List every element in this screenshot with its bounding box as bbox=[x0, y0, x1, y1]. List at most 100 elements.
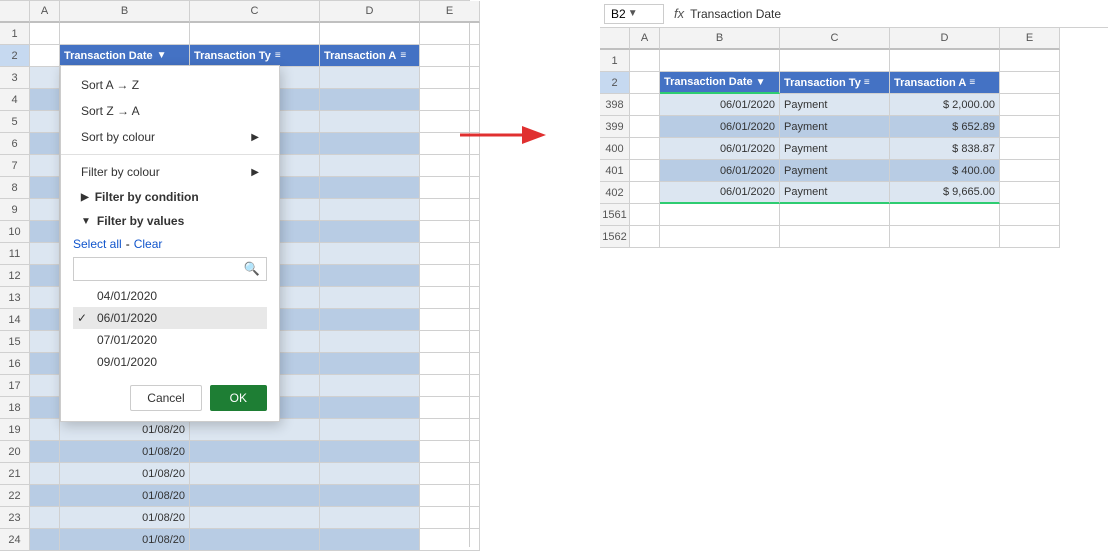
cell-a2 bbox=[30, 45, 60, 67]
cell-d5 bbox=[320, 111, 420, 133]
row-num-9: 9 bbox=[0, 199, 30, 221]
value-label-2: 07/01/2020 bbox=[97, 333, 157, 347]
right-grid: A B C D E 1 2 Transaction Date ▼ Transac… bbox=[600, 28, 1108, 248]
row-num-19: 19 bbox=[0, 419, 30, 441]
value-label-1: 06/01/2020 bbox=[97, 311, 157, 325]
cell-e17 bbox=[420, 375, 480, 397]
right-d402: $ 9,665.00 bbox=[890, 182, 1000, 204]
cell-a5 bbox=[30, 111, 60, 133]
cell-e4 bbox=[420, 89, 480, 111]
value-item-3[interactable]: 09/01/2020 bbox=[73, 351, 267, 373]
search-box[interactable]: 🔍 bbox=[73, 257, 267, 281]
cell-c23 bbox=[190, 507, 320, 529]
menu-item-filter-colour[interactable]: Filter by colour ▶ bbox=[61, 159, 279, 185]
ok-button[interactable]: OK bbox=[210, 385, 267, 411]
cell-a7 bbox=[30, 155, 60, 177]
cell-e11 bbox=[420, 243, 480, 265]
formula-bar: B2 ▼ fx Transaction Date bbox=[600, 0, 1108, 28]
filter-icon-c[interactable]: ≡ bbox=[275, 50, 281, 61]
col-header-d: D bbox=[320, 1, 420, 23]
right-c2-header: Transaction Ty ≡ bbox=[780, 72, 890, 94]
row-num-14: 14 bbox=[0, 309, 30, 331]
right-e398 bbox=[1000, 94, 1060, 116]
right-col-header-b: B bbox=[660, 28, 780, 50]
row-num-7: 7 bbox=[0, 155, 30, 177]
right-filter-icon-d[interactable]: ≡ bbox=[969, 77, 975, 88]
search-icon: 🔍 bbox=[244, 261, 260, 277]
cell-d9 bbox=[320, 199, 420, 221]
row-num-16: 16 bbox=[0, 353, 30, 375]
sort-az-label: Sort A → Z bbox=[81, 78, 139, 92]
right-filter-icon-c[interactable]: ≡ bbox=[864, 77, 870, 88]
cancel-button[interactable]: Cancel bbox=[130, 385, 201, 411]
right-e1561 bbox=[1000, 204, 1060, 226]
right-d401: $ 400.00 bbox=[890, 160, 1000, 182]
right-d1562 bbox=[890, 226, 1000, 248]
cell-e23 bbox=[420, 507, 480, 529]
sort-colour-label: Sort by colour bbox=[81, 130, 155, 144]
row-num-8: 8 bbox=[0, 177, 30, 199]
cell-d10 bbox=[320, 221, 420, 243]
right-a398 bbox=[630, 94, 660, 116]
cell-e1 bbox=[420, 23, 480, 45]
right-b402: 06/01/2020 bbox=[660, 182, 780, 204]
formula-text: Transaction Date bbox=[690, 7, 781, 21]
cell-c2-header: Transaction Ty ≡ bbox=[190, 45, 320, 67]
right-b400: 06/01/2020 bbox=[660, 138, 780, 160]
cell-a19 bbox=[30, 419, 60, 441]
row-num-11: 11 bbox=[0, 243, 30, 265]
cell-d3 bbox=[320, 67, 420, 89]
menu-separator-1 bbox=[61, 154, 279, 155]
right-c402: Payment bbox=[780, 182, 890, 204]
value-item-1[interactable]: ✓ 06/01/2020 bbox=[73, 307, 267, 329]
row-num-10: 10 bbox=[0, 221, 30, 243]
right-transaction-type: Transaction Ty bbox=[784, 77, 861, 89]
right-col-header-d: D bbox=[890, 28, 1000, 50]
cell-c21 bbox=[190, 463, 320, 485]
filter-icon-d[interactable]: ≡ bbox=[400, 50, 406, 61]
cell-a3 bbox=[30, 67, 60, 89]
cell-d17 bbox=[320, 375, 420, 397]
value-item-0[interactable]: 04/01/2020 bbox=[73, 285, 267, 307]
menu-item-sort-za[interactable]: Sort Z → A bbox=[61, 98, 279, 124]
row-num-13: 13 bbox=[0, 287, 30, 309]
select-all-link[interactable]: Select all bbox=[73, 237, 122, 251]
search-input[interactable] bbox=[80, 262, 244, 276]
cell-c1 bbox=[190, 23, 320, 45]
cell-e8 bbox=[420, 177, 480, 199]
menu-item-sort-az[interactable]: Sort A → Z bbox=[61, 72, 279, 98]
cell-a6 bbox=[30, 133, 60, 155]
right-c398: Payment bbox=[780, 94, 890, 116]
cell-ref-dropdown-icon[interactable]: ▼ bbox=[628, 8, 638, 19]
red-arrow-svg bbox=[460, 120, 550, 150]
clear-link[interactable]: Clear bbox=[134, 237, 163, 251]
cell-c20 bbox=[190, 441, 320, 463]
value-item-2[interactable]: 07/01/2020 bbox=[73, 329, 267, 351]
filter-icon-b[interactable]: ▼ bbox=[157, 50, 167, 61]
cell-d21 bbox=[320, 463, 420, 485]
row-num-4: 4 bbox=[0, 89, 30, 111]
menu-item-filter-condition[interactable]: ▶ Filter by condition bbox=[61, 185, 279, 209]
menu-item-sort-colour[interactable]: Sort by colour ▶ bbox=[61, 124, 279, 150]
right-filter-icon-b[interactable]: ▼ bbox=[756, 77, 766, 88]
cell-c19 bbox=[190, 419, 320, 441]
right-e1 bbox=[1000, 50, 1060, 72]
cell-a8 bbox=[30, 177, 60, 199]
cell-e22 bbox=[420, 485, 480, 507]
row-num-24: 24 bbox=[0, 529, 30, 551]
right-row-1561: 1561 bbox=[600, 204, 630, 226]
right-b1562 bbox=[660, 226, 780, 248]
cell-e9 bbox=[420, 199, 480, 221]
cell-e10 bbox=[420, 221, 480, 243]
right-c1561 bbox=[780, 204, 890, 226]
menu-item-filter-values[interactable]: ▼ Filter by values bbox=[61, 209, 279, 233]
right-d2-header: Transaction A ≡ bbox=[890, 72, 1000, 94]
formula-fx-icon: fx bbox=[674, 6, 684, 21]
right-c1 bbox=[780, 50, 890, 72]
right-d1561 bbox=[890, 204, 1000, 226]
left-spreadsheet: A B C D E 1 2 Transaction Date ▼ Transac… bbox=[0, 0, 470, 547]
row-num-5: 5 bbox=[0, 111, 30, 133]
transaction-date-label: Transaction Date bbox=[64, 50, 153, 62]
col-header-c: C bbox=[190, 1, 320, 23]
right-row-400: 400 bbox=[600, 138, 630, 160]
